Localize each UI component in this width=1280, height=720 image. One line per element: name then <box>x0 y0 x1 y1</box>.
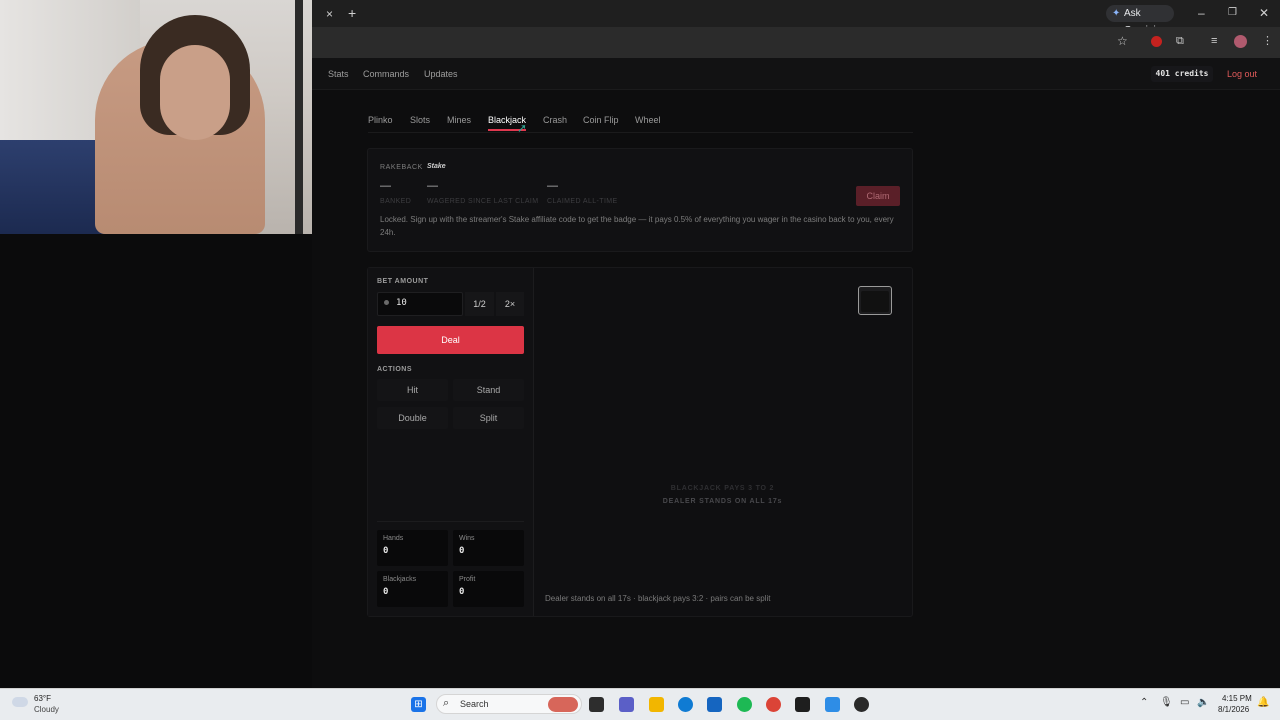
split-button[interactable]: Split <box>453 407 524 429</box>
address-bar[interactable] <box>312 30 1102 54</box>
stat-blackjacks-label: Blackjacks <box>383 576 417 583</box>
stat-profit-label: Profit <box>459 576 476 583</box>
window-close-icon[interactable]: ✕ <box>1259 6 1269 20</box>
profile-avatar-icon[interactable] <box>1234 35 1247 48</box>
half-bet-button[interactable]: 1/2 <box>465 292 494 316</box>
cloud-icon[interactable] <box>12 697 28 707</box>
card-deck-icon <box>858 286 892 315</box>
stat-profit: Profit 0 <box>453 571 524 607</box>
microphone-icon[interactable]: 🎙 <box>1160 697 1173 708</box>
claimed-value: — <box>547 180 558 192</box>
hit-button[interactable]: Hit <box>377 379 448 401</box>
paint-icon[interactable] <box>825 697 840 712</box>
claimed-label: CLAIMED ALL-TIME <box>547 198 618 205</box>
network-icon[interactable]: ▭ <box>1180 697 1189 708</box>
edge-icon[interactable] <box>678 697 693 712</box>
stat-wins-value: 0 <box>459 546 465 556</box>
stats-divider <box>377 521 524 522</box>
store-icon[interactable] <box>707 697 722 712</box>
tray-overflow-icon[interactable]: ⌃ <box>1140 697 1148 708</box>
actions-label: ACTIONS <box>377 366 412 373</box>
clock-date[interactable]: 8/1/2026 <box>1218 705 1249 714</box>
claim-button[interactable]: Claim <box>856 186 900 206</box>
obs-icon[interactable] <box>854 697 869 712</box>
webcam-pole <box>295 0 303 234</box>
bookmark-star-icon[interactable]: ☆ <box>1117 34 1128 48</box>
nav-updates-link[interactable]: Updates <box>424 69 458 79</box>
banked-label: BANKED <box>380 198 412 205</box>
bet-amount-input[interactable] <box>377 292 463 316</box>
stat-wins-label: Wins <box>459 535 475 542</box>
app-icon[interactable] <box>795 697 810 712</box>
bet-amount-value: 10 <box>396 298 407 308</box>
spotify-icon[interactable] <box>737 697 752 712</box>
extension-record-icon[interactable] <box>1151 36 1162 47</box>
search-highlight-icon <box>548 697 578 712</box>
browser-menu-icon[interactable]: ⋮ <box>1262 34 1273 48</box>
volume-icon[interactable]: 🔈 <box>1197 697 1209 708</box>
tab-mines[interactable]: Mines <box>447 115 471 125</box>
task-view-icon[interactable] <box>589 697 604 712</box>
clock-time[interactable]: 4:15 PM <box>1222 694 1252 703</box>
minimize-icon[interactable]: – <box>1198 6 1205 20</box>
stand-button[interactable]: Stand <box>453 379 524 401</box>
weather-description[interactable]: Cloudy <box>34 705 59 714</box>
stat-profit-value: 0 <box>459 587 465 597</box>
credits-badge: 401 credits <box>1151 66 1213 82</box>
table-felt-text-dealer: DEALER STANDS ON ALL 17s <box>662 498 783 505</box>
deal-button[interactable]: Deal <box>377 326 524 354</box>
notifications-icon[interactable]: 🔔 <box>1257 697 1269 708</box>
banked-value: — <box>380 180 391 192</box>
tab-coin-flip[interactable]: Coin Flip <box>583 115 619 125</box>
weather-temperature[interactable]: 63°F <box>34 694 51 703</box>
webcam-overlay <box>0 0 312 234</box>
stat-blackjacks: Blackjacks 0 <box>377 571 448 607</box>
wagered-value: — <box>427 180 438 192</box>
windows-taskbar <box>0 688 1280 720</box>
tab-plinko[interactable]: Plinko <box>368 115 393 125</box>
stat-wins: Wins 0 <box>453 530 524 566</box>
tab-slots[interactable]: Slots <box>410 115 430 125</box>
file-explorer-icon[interactable] <box>649 697 664 712</box>
stat-hands-value: 0 <box>383 546 389 556</box>
tab-crash[interactable]: Crash <box>543 115 567 125</box>
stat-hands: Hands 0 <box>377 530 448 566</box>
tabs-divider <box>368 132 913 133</box>
gemini-icon: ✦ <box>1112 8 1121 19</box>
double-bet-button[interactable]: 2× <box>496 292 524 316</box>
rakeback-title: RAKEBACK <box>380 164 423 171</box>
bet-amount-label: BET AMOUNT <box>377 278 429 285</box>
search-icon: ⌕ <box>443 697 450 709</box>
rakeback-description: Locked. Sign up with the streamer's Stak… <box>380 215 894 237</box>
media-control-icon[interactable]: ≡ <box>1211 34 1217 48</box>
restore-icon[interactable]: ❐ <box>1228 6 1237 20</box>
close-tab-icon[interactable]: × <box>326 7 333 21</box>
stake-badge-logo: Stake <box>427 163 446 170</box>
chrome-icon[interactable] <box>766 697 781 712</box>
tab-wheel[interactable]: Wheel <box>635 115 661 125</box>
double-button[interactable]: Double <box>377 407 448 429</box>
mouse-cursor-icon: ➚ <box>517 121 528 135</box>
nav-commands-link[interactable]: Commands <box>363 69 409 79</box>
logout-link[interactable]: Log out <box>1227 69 1257 79</box>
nav-stats-link[interactable]: Stats <box>328 69 349 79</box>
extensions-puzzle-icon[interactable]: ⧉ <box>1176 34 1184 48</box>
stat-blackjacks-value: 0 <box>383 587 389 597</box>
new-tab-icon[interactable]: + <box>348 6 356 20</box>
coin-icon <box>384 300 389 305</box>
taskbar-search-placeholder: Search <box>460 699 489 709</box>
browser-toolbar <box>312 27 1280 58</box>
card-deck-inner <box>861 291 889 312</box>
ask-gemini-button[interactable]: ✦ Ask Gemini <box>1106 5 1174 36</box>
rules-footer: Dealer stands on all 17s · blackjack pay… <box>545 594 771 603</box>
wagered-label: WAGERED SINCE LAST CLAIM <box>427 198 539 205</box>
teams-icon[interactable] <box>619 697 634 712</box>
windows-start-icon[interactable]: ⊞ <box>411 697 426 712</box>
table-felt-text-payout: BLACKJACK PAYS 3 TO 2 <box>670 485 775 492</box>
webcam-face <box>160 45 230 140</box>
stat-hands-label: Hands <box>383 535 404 542</box>
